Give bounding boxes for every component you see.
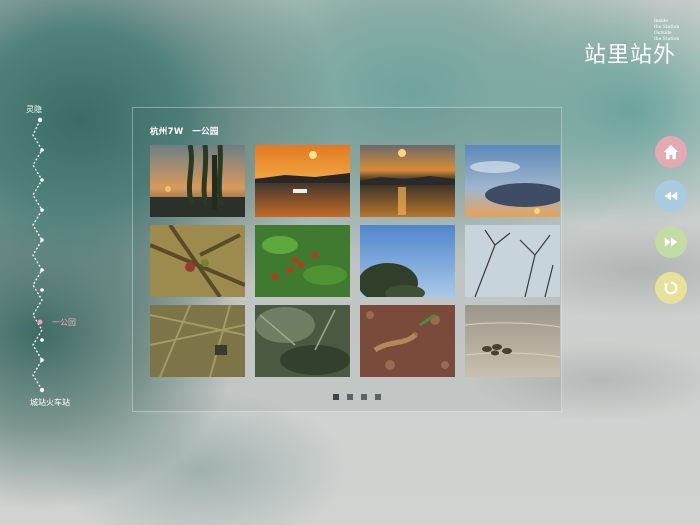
- photo-thumbnail[interactable]: [255, 305, 350, 377]
- route-stop-end: [39, 387, 45, 393]
- rewind-icon: [664, 191, 678, 201]
- route-current-label: 一公园: [52, 318, 76, 327]
- page-dot-2[interactable]: [347, 394, 353, 400]
- photo-thumbnail[interactable]: [360, 225, 455, 297]
- logo-subtitle: Inside the Station Outside the Station: [654, 19, 694, 43]
- page-dot-1[interactable]: [333, 394, 339, 400]
- fast-forward-icon: [664, 237, 678, 247]
- route-stop-start: [37, 117, 43, 123]
- route-stop-current: [37, 319, 43, 325]
- home-icon: [663, 144, 679, 160]
- photo-thumbnail[interactable]: [150, 145, 245, 217]
- photo-thumbnail[interactable]: [255, 225, 350, 297]
- gallery-pagination: [333, 394, 381, 400]
- route-start-label: 灵隐: [26, 105, 42, 114]
- rewind-button[interactable]: [655, 180, 687, 212]
- page-dot-3[interactable]: [361, 394, 367, 400]
- photo-thumbnail[interactable]: [150, 225, 245, 297]
- fast-forward-button[interactable]: [655, 226, 687, 258]
- replay-icon: [663, 281, 678, 295]
- photo-thumbnail[interactable]: [255, 145, 350, 217]
- photo-thumbnail[interactable]: [360, 145, 455, 217]
- page-dot-4[interactable]: [375, 394, 381, 400]
- svg-text:站里站外: 站里站外: [584, 43, 674, 68]
- route-end-label: 城站火车站: [30, 398, 70, 407]
- photo-thumbnail[interactable]: [465, 225, 560, 297]
- route-map: [32, 117, 45, 393]
- photo-grid: [150, 145, 560, 377]
- photo-thumbnail[interactable]: [465, 145, 560, 217]
- photo-thumbnail[interactable]: [150, 305, 245, 377]
- replay-button[interactable]: [655, 272, 687, 304]
- gallery-title: 杭州7W 一公园: [150, 127, 219, 137]
- logo-subtitle-line: the Station: [654, 37, 680, 42]
- home-button[interactable]: [655, 136, 687, 168]
- photo-thumbnail[interactable]: [465, 305, 560, 377]
- photo-thumbnail[interactable]: [360, 305, 455, 377]
